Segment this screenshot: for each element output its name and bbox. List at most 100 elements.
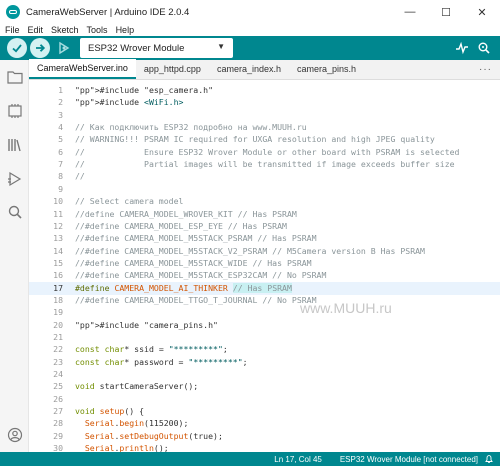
code-line[interactable]: 21 — [29, 331, 500, 344]
editor-tabs: CameraWebServer.ino app_httpd.cpp camera… — [29, 59, 500, 80]
account-icon — [7, 427, 23, 443]
code-line[interactable]: 27 void setup() { — [29, 405, 500, 418]
board-icon — [8, 104, 22, 118]
board-selector-label: ESP32 Wrover Module — [88, 42, 185, 54]
toolbar: ESP32 Wrover Module ▼ — [0, 36, 500, 60]
tab-camera-index-h[interactable]: camera_index.h — [209, 59, 289, 79]
debug-button[interactable] — [54, 38, 74, 58]
code-line[interactable]: 20 "pp">#include "camera_pins.h" — [29, 319, 500, 332]
line-number: 7 — [58, 159, 63, 170]
title-bar: CameraWebServer | Arduino IDE 2.0.4 — ☐ … — [0, 0, 500, 24]
code-text: void setup() { — [75, 406, 145, 417]
line-number: 13 — [53, 233, 63, 244]
code-editor[interactable]: 1 "pp">#include "esp_camera.h" 2 "pp">#incl… — [29, 80, 500, 452]
code-line[interactable]: 28 Serial.begin(115200); — [29, 417, 500, 430]
line-number: 5 — [58, 134, 63, 145]
code-line[interactable]: 3 — [29, 109, 500, 122]
code-line[interactable]: 12 //#define CAMERA_MODEL_ESP_EYE // Has … — [29, 220, 500, 233]
code-line[interactable]: 16 //#define CAMERA_MODEL_M5STACK_ESP32CA… — [29, 269, 500, 282]
code-text: // Partial images will be transmitted if… — [75, 159, 455, 170]
code-line[interactable]: 13 //#define CAMERA_MODEL_M5STACK_PSRAM /… — [29, 232, 500, 245]
arrow-right-icon — [36, 44, 46, 52]
code-line[interactable]: 9 — [29, 183, 500, 196]
code-line[interactable]: 29 Serial.setDebugOutput(true); — [29, 430, 500, 443]
serial-plotter-button[interactable] — [452, 38, 472, 58]
menu-edit[interactable]: Edit — [28, 25, 44, 35]
line-number: 3 — [58, 109, 63, 120]
menu-bar: File Edit Sketch Tools Help — [0, 24, 500, 36]
code-line[interactable]: 17 #define CAMERA_MODEL_AI_THINKER // Has… — [29, 281, 500, 295]
line-number: 19 — [53, 307, 63, 318]
debug-icon — [59, 41, 70, 55]
line-number: 4 — [58, 122, 63, 133]
bell-icon[interactable] — [484, 454, 494, 464]
menu-help[interactable]: Help — [116, 25, 135, 35]
code-line[interactable]: 2 "pp">#include <WiFi.h> — [29, 96, 500, 109]
line-number: 29 — [53, 430, 63, 441]
window-controls: — ☐ ✕ — [392, 0, 500, 24]
boards-manager-button[interactable] — [6, 102, 24, 120]
plotter-icon — [456, 41, 468, 55]
status-bar: Ln 17, Col 45 ESP32 Wrover Module [not c… — [0, 452, 500, 466]
close-button[interactable]: ✕ — [464, 0, 500, 24]
cursor-position[interactable]: Ln 17, Col 45 — [274, 455, 322, 464]
tab-camera-pins-h[interactable]: camera_pins.h — [289, 59, 364, 79]
tab-camerawebserver-ino[interactable]: CameraWebServer.ino — [29, 59, 136, 79]
line-number: 6 — [58, 146, 63, 157]
more-tabs-icon[interactable]: ··· — [479, 64, 492, 75]
code-line[interactable]: 5 // WARNING!!! PSRAM IC required for UXG… — [29, 133, 500, 146]
tab-label: camera_pins.h — [296, 64, 357, 74]
code-text: "pp">#include "camera_pins.h" — [75, 319, 218, 330]
code-text: Serial.setDebugOutput(true); — [84, 430, 223, 441]
line-number: 23 — [53, 356, 63, 367]
code-line[interactable]: 10 // Select camera model — [29, 195, 500, 208]
verify-button[interactable] — [7, 38, 27, 58]
code-line[interactable]: 30 Serial.println(); — [29, 442, 500, 452]
code-line[interactable]: 24 — [29, 368, 500, 381]
code-text: void startCameraServer(); — [75, 381, 199, 392]
sketchbook-button[interactable] — [6, 68, 24, 86]
line-number: 25 — [53, 381, 63, 392]
folder-icon — [7, 71, 23, 84]
watermark-text: www.MUUH.ru — [300, 300, 392, 316]
code-text: //#define CAMERA_MODEL_M5STACK_ESP32CAM … — [75, 270, 327, 281]
code-text: //#define CAMERA_MODEL_ESP_EYE // Has PS… — [75, 220, 287, 231]
line-number: 1 — [58, 85, 63, 95]
line-number: 27 — [53, 406, 63, 417]
code-line[interactable]: 1 "pp">#include "esp_camera.h" — [29, 84, 500, 97]
maximize-button[interactable]: ☐ — [428, 0, 464, 24]
status-board[interactable]: ESP32 Wrover Module [not connected] — [340, 455, 478, 464]
menu-tools[interactable]: Tools — [87, 25, 108, 35]
code-line[interactable]: 18 //#define CAMERA_MODEL_TTGO_T_JOURNAL … — [29, 294, 500, 307]
code-line[interactable]: 26 — [29, 393, 500, 406]
minimize-button[interactable]: — — [392, 0, 428, 24]
code-text: const char* ssid = "*********"; — [75, 344, 228, 355]
board-selector[interactable]: ESP32 Wrover Module ▼ — [80, 38, 233, 58]
debug-panel-button[interactable] — [6, 170, 24, 188]
code-line[interactable]: 4 // Как подключить ESP32 подробно на www… — [29, 121, 500, 134]
code-line[interactable]: 22 const char* ssid = "*********"; — [29, 343, 500, 356]
code-text: // Select camera model — [75, 196, 184, 207]
menu-sketch[interactable]: Sketch — [51, 25, 79, 35]
code-line[interactable]: 15 //#define CAMERA_MODEL_M5STACK_WIDE //… — [29, 257, 500, 270]
account-button[interactable] — [6, 426, 24, 444]
code-line[interactable]: 11 //define CAMERA_MODEL_WROVER_KIT // Ha… — [29, 208, 500, 221]
line-number: 24 — [53, 369, 63, 380]
upload-button[interactable] — [30, 38, 50, 58]
code-line[interactable]: 14 //#define CAMERA_MODEL_M5STACK_V2_PSRA… — [29, 245, 500, 258]
line-number: 12 — [53, 220, 63, 231]
code-line[interactable]: 8 // — [29, 170, 500, 183]
serial-monitor-button[interactable] — [474, 38, 494, 58]
line-number: 21 — [53, 332, 63, 342]
code-line[interactable]: 19 — [29, 306, 500, 319]
code-line[interactable]: 6 // Ensure ESP32 Wrover Module or other … — [29, 146, 500, 159]
tab-app-httpd-cpp[interactable]: app_httpd.cpp — [136, 59, 209, 79]
code-text: Serial.println(); — [84, 443, 169, 452]
search-button[interactable] — [6, 203, 24, 221]
code-line[interactable]: 23 const char* password = "*********"; — [29, 356, 500, 369]
code-line[interactable]: 7 // Partial images will be transmitted i… — [29, 158, 500, 171]
menu-file[interactable]: File — [5, 25, 20, 35]
library-manager-button[interactable] — [6, 136, 24, 154]
code-line[interactable]: 25 void startCameraServer(); — [29, 380, 500, 393]
line-number: 18 — [53, 294, 63, 305]
